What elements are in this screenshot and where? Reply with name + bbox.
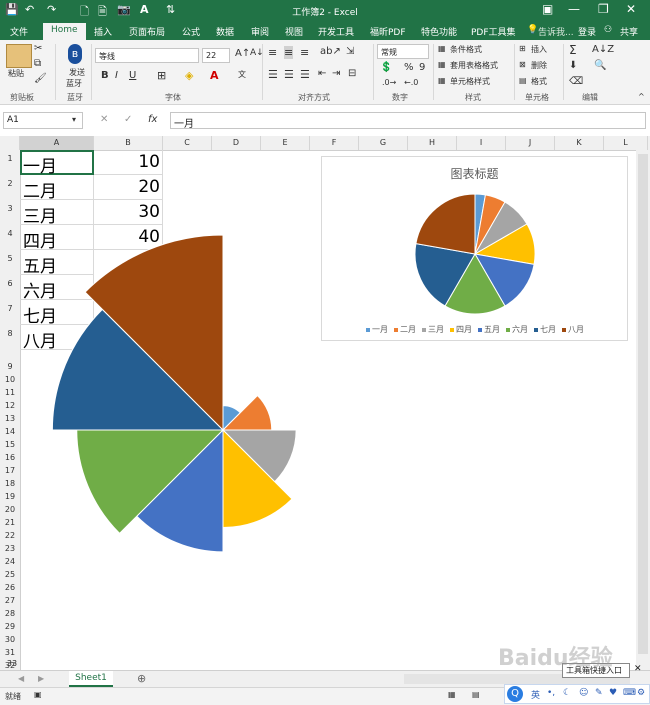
legend-swatch (422, 327, 426, 332)
legend-swatch (394, 327, 398, 332)
tooltip-close-icon[interactable]: ✕ (634, 664, 642, 674)
legend-label: 七月 (540, 325, 556, 334)
legend-label: 五月 (484, 325, 500, 334)
page-layout-view-icon[interactable]: ▤ (472, 690, 480, 699)
vertical-scrollbar[interactable] (636, 150, 650, 670)
legend-item[interactable]: 六月 (506, 324, 528, 335)
legend-item[interactable]: 二月 (394, 324, 416, 335)
keyboard-icon[interactable]: ⌨ (623, 688, 636, 698)
legend-label: 一月 (372, 325, 388, 334)
legend-label: 八月 (568, 325, 584, 334)
moon-icon[interactable]: ☾ (563, 688, 571, 698)
pie-chart (414, 193, 536, 315)
scroll-thumb[interactable] (638, 154, 648, 654)
settings-icon[interactable]: ⚙ (637, 688, 645, 698)
legend-swatch (506, 327, 510, 332)
watermark: Baidu经验 (498, 646, 613, 671)
chart-legend[interactable]: 一月 二月 三月 四月 五月 六月 七月 八月 (366, 324, 606, 336)
legend-item[interactable]: 四月 (450, 324, 472, 335)
normal-view-icon[interactable]: ▦ (448, 690, 456, 699)
legend-label: 六月 (512, 325, 528, 334)
pie-chart-box[interactable]: 图表标题 一月 二月 三月 四月 五月 六月 七月 八月 (321, 156, 628, 341)
tools-icon[interactable]: ✎ (595, 688, 603, 698)
next-sheet-icon[interactable]: ▶ (38, 674, 44, 683)
baidu-ime-icon[interactable]: Q (507, 686, 523, 702)
legend-label: 三月 (428, 325, 444, 334)
legend-label: 二月 (400, 325, 416, 334)
legend-swatch (534, 327, 538, 332)
ime-toolbar[interactable]: Q 英 •, ☾ ☺ ✎ ♥ ⌨ ⚙ (504, 684, 650, 704)
legend-swatch (478, 327, 482, 332)
status-text: 就绪 (5, 692, 21, 701)
legend-item[interactable]: 三月 (422, 324, 444, 335)
pie-slice-8[interactable] (415, 193, 476, 255)
skin-icon[interactable]: ♥ (609, 688, 617, 698)
prev-sheet-icon[interactable]: ◀ (18, 674, 24, 683)
ime-mode-english[interactable]: 英 (531, 688, 540, 701)
legend-item[interactable]: 五月 (478, 324, 500, 335)
legend-label: 四月 (456, 325, 472, 334)
legend-item[interactable]: 八月 (562, 324, 584, 335)
polar-area-chart[interactable] (0, 0, 650, 704)
legend-item[interactable]: 一月 (366, 324, 388, 335)
add-sheet-icon[interactable]: ⊕ (137, 672, 146, 685)
legend-swatch (366, 327, 370, 332)
sheet-tab-sheet1[interactable]: Sheet1 (69, 671, 113, 687)
emoji-icon[interactable]: ☺ (579, 688, 588, 698)
punct-icon[interactable]: •, (547, 688, 555, 698)
macro-record-icon[interactable]: ▣ (34, 690, 42, 699)
legend-swatch (562, 327, 566, 332)
legend-swatch (450, 327, 454, 332)
legend-item[interactable]: 七月 (534, 324, 556, 335)
